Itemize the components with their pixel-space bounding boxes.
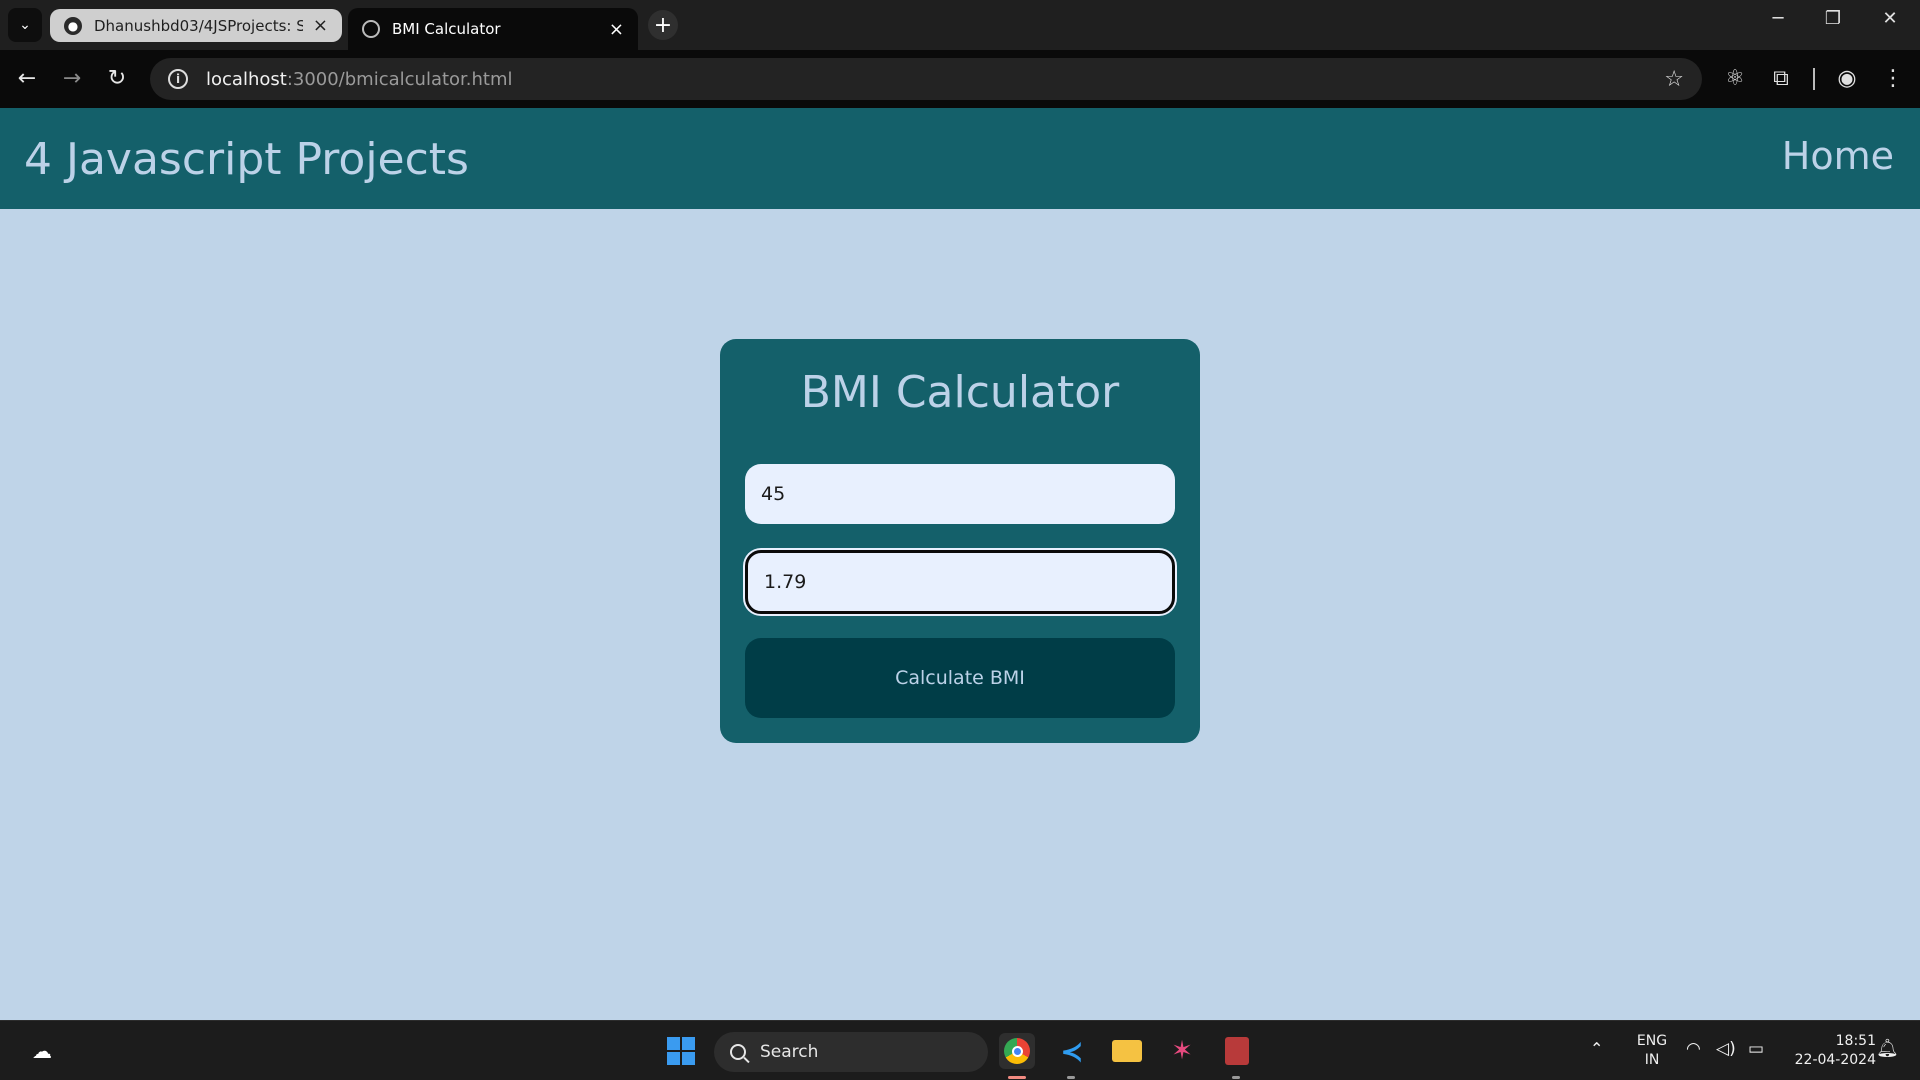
battery-icon[interactable]: ▭	[1748, 1039, 1764, 1059]
new-tab-button[interactable]: +	[648, 10, 678, 40]
volume-icon[interactable]: ◁)	[1716, 1039, 1736, 1059]
taskbar-search[interactable]: Search	[714, 1032, 988, 1072]
window-close-icon[interactable]: ✕	[1870, 8, 1910, 29]
tray-overflow-chevron-icon[interactable]: ⌃	[1590, 1039, 1603, 1058]
windows-taskbar: ☁ Search ≺ ✶ ⌃ ENG IN ◠ ◁) ▭ 18:51 22-04…	[0, 1020, 1920, 1080]
weather-icon[interactable]: ☁	[24, 1033, 60, 1069]
restore-icon[interactable]: ❐	[1813, 8, 1853, 29]
profile-avatar-icon[interactable]: ◉	[1832, 66, 1862, 91]
calculate-bmi-button[interactable]: Calculate BMI	[745, 638, 1175, 718]
clock-time: 18:51	[1835, 1033, 1876, 1049]
close-icon[interactable]: ×	[313, 15, 328, 36]
address-bar[interactable]: i localhost:3000/bmicalculator.html ☆	[150, 58, 1702, 100]
notification-bell-icon[interactable]: 🔔︎	[1876, 1038, 1899, 1059]
app-indicator	[1067, 1076, 1075, 1079]
url-host: localhost	[206, 68, 287, 90]
bmi-calculator-card: BMI Calculator Calculate BMI	[720, 339, 1200, 743]
browser-tab-github[interactable]: ● Dhanushbd03/4JSProjects: Sm ×	[50, 9, 342, 42]
url-path: :3000/bmicalculator.html	[286, 68, 513, 90]
site-title: 4 Javascript Projects	[24, 134, 469, 185]
wifi-icon[interactable]: ◠	[1686, 1039, 1701, 1059]
bookmark-star-icon[interactable]: ☆	[1664, 67, 1684, 92]
back-icon[interactable]: ←	[12, 66, 42, 91]
tab-search-menu-button[interactable]: ⌄	[8, 8, 42, 42]
site-info-icon[interactable]: i	[168, 69, 188, 89]
search-label: Search	[760, 1042, 819, 1062]
browser-tab-bmi[interactable]: BMI Calculator ×	[348, 8, 638, 50]
windows-start-icon[interactable]	[663, 1033, 699, 1069]
language-indicator[interactable]: ENG IN	[1632, 1032, 1672, 1070]
nav-home-link[interactable]: Home	[1782, 134, 1894, 178]
minimize-icon[interactable]: ─	[1758, 8, 1798, 29]
extensions-icon[interactable]: ⧉	[1766, 66, 1796, 91]
chrome-icon[interactable]	[999, 1033, 1035, 1069]
vscode-icon[interactable]: ≺	[1054, 1033, 1090, 1069]
tab-title: Dhanushbd03/4JSProjects: Sm	[94, 16, 303, 35]
file-explorer-icon[interactable]	[1109, 1033, 1145, 1069]
app-red-icon[interactable]	[1219, 1033, 1255, 1069]
toolbar-divider	[1813, 68, 1815, 90]
search-icon	[730, 1044, 746, 1060]
browser-menu-icon[interactable]: ⋮	[1878, 66, 1908, 91]
forward-icon[interactable]: →	[57, 66, 87, 91]
github-icon: ●	[64, 16, 82, 35]
weight-input[interactable]	[745, 464, 1175, 524]
browser-tab-bar: ⌄ ● Dhanushbd03/4JSProjects: Sm × BMI Ca…	[0, 0, 1920, 50]
clock-date: 22-04-2024	[1794, 1052, 1876, 1068]
site-header: 4 Javascript Projects Home	[0, 108, 1920, 209]
clock[interactable]: 18:51 22-04-2024	[1780, 1032, 1876, 1070]
globe-icon	[362, 20, 380, 38]
react-devtools-icon[interactable]: ⚛	[1720, 66, 1750, 91]
app-star-icon[interactable]: ✶	[1164, 1033, 1200, 1069]
reload-icon[interactable]: ↻	[102, 66, 132, 91]
lang-line1: ENG	[1636, 1033, 1668, 1049]
chevron-down-icon: ⌄	[19, 17, 31, 33]
app-indicator	[1232, 1076, 1240, 1079]
close-icon[interactable]: ×	[609, 19, 624, 40]
tab-title: BMI Calculator	[392, 20, 501, 38]
height-input[interactable]	[745, 550, 1175, 614]
lang-line2: IN	[1644, 1052, 1660, 1068]
card-heading: BMI Calculator	[800, 367, 1120, 418]
browser-toolbar: ← → ↻ i localhost:3000/bmicalculator.htm…	[0, 50, 1920, 108]
active-app-indicator	[1008, 1076, 1026, 1079]
